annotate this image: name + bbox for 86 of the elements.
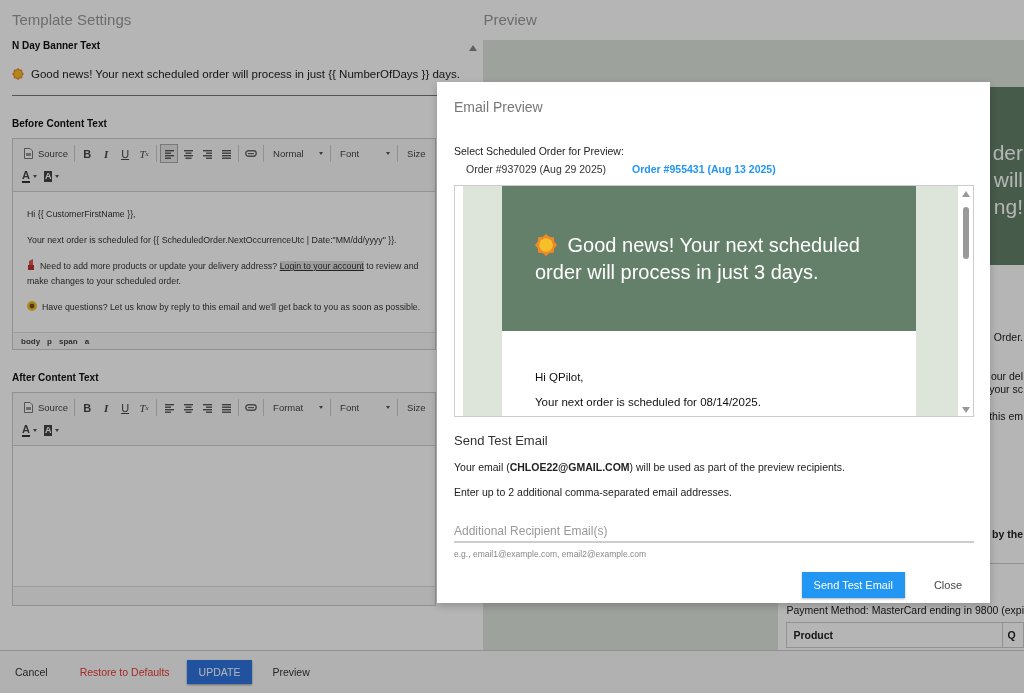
- dropdown[interactable]: Font: [334, 398, 395, 417]
- banner-text: will: [993, 167, 1023, 193]
- caret-icon: [319, 406, 324, 409]
- document-icon: [24, 148, 33, 159]
- scroll-down-icon: [961, 407, 970, 413]
- email-text: your sc: [989, 383, 1024, 396]
- source-button[interactable]: Source: [19, 398, 72, 417]
- align-left-icon: [163, 148, 175, 159]
- close-button[interactable]: Close: [921, 572, 974, 598]
- action-link[interactable]: Preview: [272, 660, 310, 684]
- sun-icon: [12, 68, 24, 80]
- banner-text: der: [992, 140, 1023, 166]
- banner-text: Good news! Your next scheduled order will process in just {{ NumberOfDays }} days.: [31, 68, 460, 80]
- underline-button[interactable]: U: [116, 144, 135, 163]
- text-color-button[interactable]: A: [19, 167, 40, 186]
- recipient-field[interactable]: Additional Recipient Email(s): [454, 521, 974, 543]
- link-icon: [245, 404, 258, 411]
- section-label: N Day Banner Text: [12, 40, 102, 51]
- italic-button[interactable]: I: [97, 398, 116, 417]
- email-text: this em: [989, 410, 1024, 423]
- link-icon: [245, 150, 258, 157]
- align-left-icon: [163, 402, 175, 413]
- align-justify-icon: [220, 402, 232, 413]
- scroll-up-icon: [961, 191, 970, 197]
- sun-icon: [535, 233, 557, 256]
- section-label: After Content Text: [12, 372, 100, 383]
- background-color-button[interactable]: A: [40, 421, 63, 440]
- section-heading: Send Test Email: [454, 433, 549, 448]
- column-header: Q: [1002, 623, 1023, 647]
- source-button[interactable]: Source: [19, 144, 72, 163]
- payment-text: Payment Method: MasterCard ending in 9800 (expi: [786, 604, 1024, 616]
- email-text: Order.: [993, 331, 1024, 344]
- bold-button[interactable]: B: [78, 144, 97, 163]
- align-center-icon: [182, 402, 194, 413]
- align-right-icon: [201, 402, 213, 413]
- dropdown[interactable]: Normal: [267, 144, 328, 163]
- caret-icon: [32, 429, 37, 432]
- dropdown[interactable]: Format: [267, 398, 328, 417]
- italic-button[interactable]: I: [97, 144, 116, 163]
- email-text: Your next order is scheduled for 08/14/2025.: [535, 396, 762, 408]
- editor-paragraph: Have questions? Let us know by reply to this email and we'll get back to you as soon as possible.: [27, 300, 427, 315]
- field-hint: e.g., email1@example.com, email2@example.com: [454, 549, 648, 559]
- caret-icon: [386, 152, 391, 155]
- document-icon: [24, 402, 33, 413]
- dropdown[interactable]: Font: [334, 144, 395, 163]
- panel-title: Template Settings: [12, 10, 133, 30]
- email-text: our del: [990, 370, 1024, 383]
- order-prompt: Select Scheduled Order for Preview:: [454, 145, 625, 157]
- caret-icon: [55, 175, 60, 178]
- instruction-text: Enter up to 2 additional comma-separated email addresses.: [454, 486, 733, 498]
- action-link[interactable]: Restore to Defaults: [79, 660, 170, 684]
- bold-button[interactable]: B: [78, 398, 97, 417]
- notice-text: Your email (CHLOE22@GMAIL.COM) will be used as part of the preview recipients.: [454, 461, 846, 473]
- banner-text: Good news! Your next scheduled order will process in just 3 days.: [535, 232, 861, 285]
- caret-icon: [55, 429, 60, 432]
- editor-paragraph: Hi {{ CustomerFirstName }},: [27, 208, 137, 221]
- email-text: Hi QPilot,: [535, 371, 585, 383]
- editor-paragraph: Need to add more products or update your delivery address? Login to your account to review and make changes to your scheduled order.: [27, 259, 420, 288]
- align-center-icon: [182, 148, 194, 159]
- editor-paragraph: Your next order is scheduled for {{ ScheduledOrder.NextOccurrenceUtc | Date:"MM/dd/yyyy" }}.: [27, 234, 398, 247]
- dialog-title: Email Preview: [454, 99, 544, 115]
- align-right-icon: [201, 148, 213, 159]
- action-link[interactable]: Cancel: [15, 660, 48, 684]
- element-path-item[interactable]: p: [47, 336, 52, 346]
- text-color-button[interactable]: A: [19, 421, 40, 440]
- column-header: Product: [792, 629, 835, 641]
- element-path-item[interactable]: body: [21, 336, 41, 346]
- align-left-button[interactable]: [160, 144, 179, 163]
- underline-button[interactable]: U: [116, 398, 135, 417]
- caret-icon: [386, 406, 391, 409]
- inline-link[interactable]: Login to your account: [279, 261, 364, 271]
- element-path-item[interactable]: a: [84, 336, 90, 346]
- element-path-item[interactable]: span: [59, 336, 78, 346]
- sunflower-icon: [27, 301, 37, 311]
- update-button[interactable]: UPDATE: [186, 660, 253, 684]
- section-label: Before Content Text: [12, 118, 108, 129]
- scroll-up-icon: [469, 45, 478, 51]
- align-justify-icon: [220, 148, 232, 159]
- background-color-button[interactable]: A: [40, 167, 63, 186]
- email-text: by the: [992, 528, 1024, 541]
- panel-title: Preview: [483, 10, 538, 30]
- caret-icon: [32, 175, 37, 178]
- order-option[interactable]: Order #937029 (Aug 29 2025): [466, 163, 607, 175]
- lipstick-icon: [27, 259, 35, 270]
- banner-text: ng!: [993, 194, 1023, 220]
- caret-icon: [319, 152, 324, 155]
